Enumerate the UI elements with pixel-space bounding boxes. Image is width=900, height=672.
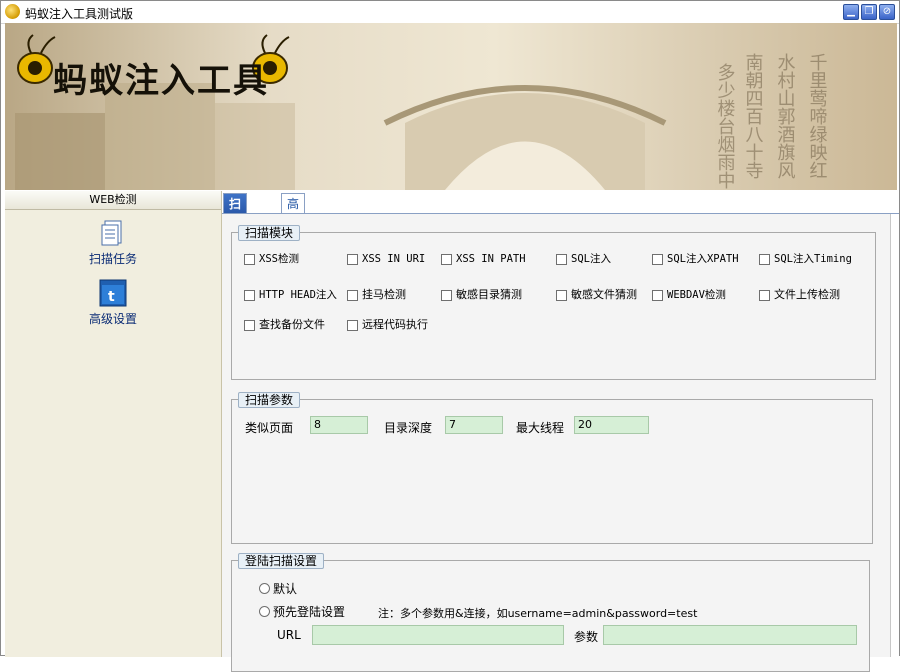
scan-modules-group: 扫描模块 XSS检测 XSS IN URI XSS IN PATH SQL注入 … bbox=[231, 225, 876, 380]
checkbox-box[interactable] bbox=[347, 253, 358, 265]
sidebar-header: WEB检测 bbox=[5, 191, 221, 210]
radio-button[interactable] bbox=[259, 606, 270, 617]
settings-window-icon: t bbox=[99, 279, 127, 307]
minimize-button[interactable]: ▁ bbox=[843, 4, 859, 20]
checkbox-webdav[interactable]: WEBDAV检测 bbox=[652, 288, 726, 302]
main-panel: 扫描任务 高级设置 扫描模块 XSS检测 XSS IN URI XSS IN P… bbox=[222, 191, 899, 672]
similar-pages-input[interactable]: 8 bbox=[310, 416, 368, 434]
checkbox-xss[interactable]: XSS检测 bbox=[244, 252, 299, 266]
url-label: URL bbox=[277, 628, 301, 642]
app-logo-icon bbox=[5, 4, 20, 19]
login-scan-group: 登陆扫描设置 默认 预先登陆设置 注：多个参数用&连接，如username=ad… bbox=[231, 553, 870, 672]
checkbox-box[interactable] bbox=[244, 253, 255, 265]
max-threads-label: 最大线程 bbox=[516, 421, 565, 435]
sidebar-item-scan-task[interactable]: 扫描任务 bbox=[81, 219, 145, 267]
scan-modules-title: 扫描模块 bbox=[238, 225, 301, 241]
checkbox-box[interactable] bbox=[652, 289, 663, 301]
sidebar: WEB检测 扫描任务 t 高级设置 bbox=[5, 191, 222, 657]
sidebar-item-label: 高级设置 bbox=[88, 312, 137, 326]
banner-artwork: 多少楼台烟雨中 南朝四百八十寺 水村山郭酒旗风 千里莺啼绿映红 bbox=[15, 34, 828, 190]
radio-prelogin[interactable]: 预先登陆设置 bbox=[259, 603, 345, 620]
checkbox-backup-files[interactable]: 查找备份文件 bbox=[244, 318, 325, 332]
svg-text:千里莺啼绿映红: 千里莺啼绿映红 bbox=[807, 53, 828, 179]
checkbox-box[interactable] bbox=[759, 289, 770, 301]
logo-text: 蚂蚁注入工具 bbox=[53, 61, 269, 101]
svg-text:南朝四百八十寺: 南朝四百八十寺 bbox=[743, 53, 764, 179]
checkbox-box[interactable] bbox=[652, 253, 663, 265]
depth-label: 目录深度 bbox=[384, 421, 433, 435]
checkbox-box[interactable] bbox=[244, 319, 255, 331]
checkbox-box[interactable] bbox=[244, 289, 255, 301]
app-window: 蚂蚁注入工具测试版 ▁ ❐ ⊘ 多少楼台烟雨中 南朝四百八十寺 水村山郭酒旗风 … bbox=[0, 0, 900, 672]
sidebar-item-label: 扫描任务 bbox=[88, 252, 137, 266]
radio-default[interactable]: 默认 bbox=[259, 580, 297, 597]
maximize-button[interactable]: ❐ bbox=[861, 4, 877, 20]
checkbox-box[interactable] bbox=[759, 253, 770, 265]
svg-text:t: t bbox=[108, 289, 115, 305]
tab-content: 扫描模块 XSS检测 XSS IN URI XSS IN PATH SQL注入 … bbox=[222, 214, 891, 672]
checkbox-sql-timing[interactable]: SQL注入Timing bbox=[759, 252, 852, 266]
param-input[interactable] bbox=[603, 625, 857, 645]
scan-params-title: 扫描参数 bbox=[238, 392, 301, 408]
tab-advanced-settings[interactable]: 高级设置 bbox=[281, 193, 306, 271]
login-note: 注：多个参数用&连接，如username=admin&password=test bbox=[378, 607, 698, 620]
svg-text:多少楼台烟雨中: 多少楼台烟雨中 bbox=[715, 63, 736, 189]
depth-input[interactable]: 7 bbox=[445, 416, 503, 434]
similar-pages-label: 类似页面 bbox=[245, 421, 294, 435]
checkbox-file-upload[interactable]: 文件上传检测 bbox=[759, 288, 840, 302]
checkbox-box[interactable] bbox=[441, 253, 452, 265]
checkbox-http-head-injection[interactable]: HTTP HEAD注入 bbox=[244, 288, 337, 302]
checkbox-box[interactable] bbox=[556, 253, 567, 265]
checkbox-sql-xpath[interactable]: SQL注入XPATH bbox=[652, 252, 739, 266]
tab-scan-task[interactable]: 扫描任务 bbox=[223, 193, 248, 271]
max-threads-input[interactable]: 20 bbox=[574, 416, 649, 434]
checkbox-xss-in-path[interactable]: XSS IN PATH bbox=[441, 252, 526, 266]
checkbox-sensitive-file[interactable]: 敏感文件猜测 bbox=[556, 288, 637, 302]
radio-button[interactable] bbox=[259, 583, 270, 594]
checkbox-sql-injection[interactable]: SQL注入 bbox=[556, 252, 611, 266]
checkbox-remote-code-exec[interactable]: 远程代码执行 bbox=[347, 318, 428, 332]
checkbox-box[interactable] bbox=[441, 289, 452, 301]
checkbox-xss-in-uri[interactable]: XSS IN URI bbox=[347, 252, 425, 266]
svg-text:水村山郭酒旗风: 水村山郭酒旗风 bbox=[775, 53, 796, 179]
checkbox-box[interactable] bbox=[347, 289, 358, 301]
checkbox-box[interactable] bbox=[556, 289, 567, 301]
checkbox-trojan-detect[interactable]: 挂马检测 bbox=[347, 288, 406, 302]
scan-params-group: 扫描参数 类似页面 8 目录深度 7 最大线程 20 bbox=[231, 392, 873, 544]
document-icon bbox=[99, 219, 127, 247]
sidebar-item-advanced-settings[interactable]: t 高级设置 bbox=[81, 279, 145, 327]
title-bar[interactable]: 蚂蚁注入工具测试版 ▁ ❐ ⊘ bbox=[1, 1, 899, 24]
close-button[interactable]: ⊘ bbox=[879, 4, 895, 20]
login-scan-title: 登陆扫描设置 bbox=[238, 553, 325, 569]
checkbox-box[interactable] bbox=[347, 319, 358, 331]
window-title: 蚂蚁注入工具测试版 bbox=[25, 7, 134, 21]
url-input[interactable] bbox=[312, 625, 564, 645]
param-label: 参数 bbox=[574, 630, 599, 644]
checkbox-sensitive-dir[interactable]: 敏感目录猜测 bbox=[441, 288, 522, 302]
header-banner: 多少楼台烟雨中 南朝四百八十寺 水村山郭酒旗风 千里莺啼绿映红 蚂蚁注入工具 bbox=[5, 23, 897, 190]
